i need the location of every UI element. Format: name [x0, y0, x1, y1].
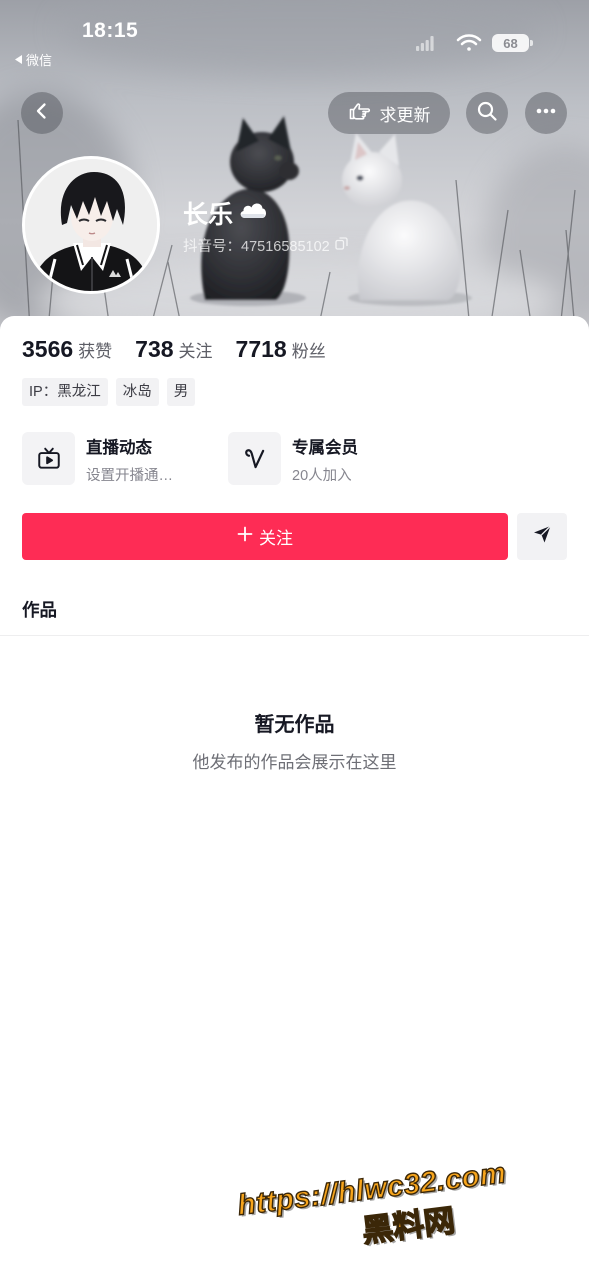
empty-state-subtitle: 他发布的作品会展示在这里	[192, 753, 397, 772]
stats-row: 3566 获赞 738 关注 7718 粉丝	[22, 336, 326, 364]
profile-header: 18:15 微信 68 求更新 长乐 抖音号：47516585102	[0, 0, 589, 340]
feature-exclusive-membership[interactable]: 专属会员 20人加入	[228, 432, 418, 486]
stat-followers[interactable]: 7718 粉丝	[236, 336, 326, 364]
stat-value: 738	[135, 336, 174, 362]
back-app-label: 微信	[26, 53, 53, 68]
douyin-id[interactable]: 抖音号：47516585102	[183, 235, 348, 256]
avatar[interactable]	[22, 156, 160, 294]
more-button[interactable]	[525, 92, 567, 134]
feature-title: 专属会员	[292, 439, 358, 457]
back-button[interactable]	[21, 92, 63, 134]
feature-live-updates[interactable]: 直播动态 设置开播通…	[22, 432, 212, 486]
search-icon	[476, 100, 498, 127]
profile-name-text: 长乐	[183, 201, 234, 229]
live-tv-icon	[22, 432, 75, 485]
follow-button[interactable]: 关注	[22, 513, 508, 560]
paper-plane-icon	[532, 524, 552, 549]
empty-state-title: 暂无作品	[254, 714, 335, 736]
pointing-hand-icon	[348, 99, 372, 128]
stat-label: 获赞	[78, 342, 113, 361]
battery-icon: 68	[492, 34, 529, 52]
copy-icon[interactable]	[335, 237, 348, 254]
search-button[interactable]	[466, 92, 508, 134]
stat-likes[interactable]: 3566 获赞	[22, 336, 112, 364]
status-bar: 18:15 微信 68	[0, 0, 589, 70]
profile-card: 3566 获赞 738 关注 7718 粉丝 IP：黑龙江 冰岛 男 直播动态 …	[0, 316, 589, 1280]
plus-icon	[237, 526, 253, 547]
tag-ip-location: IP：黑龙江	[22, 378, 108, 406]
profile-tags: IP：黑龙江 冰岛 男	[22, 378, 196, 406]
chevron-left-icon	[32, 101, 52, 126]
stat-label: 粉丝	[291, 342, 326, 361]
battery-level: 68	[503, 35, 518, 51]
tag-region: 冰岛	[115, 378, 159, 406]
status-time: 18:15	[82, 19, 139, 42]
request-update-button[interactable]: 求更新	[328, 92, 450, 134]
stat-value: 7718	[235, 336, 287, 362]
share-button[interactable]	[517, 513, 567, 560]
feature-title: 直播动态	[86, 439, 152, 457]
feature-subtitle: 设置开播通…	[86, 468, 173, 484]
follow-label: 关注	[259, 529, 293, 548]
cloud-icon	[237, 199, 269, 228]
tab-divider	[0, 635, 589, 636]
more-dots-icon	[534, 99, 558, 128]
back-triangle-icon	[15, 52, 23, 67]
tab-works[interactable]: 作品	[22, 597, 57, 622]
tag-gender: 男	[166, 378, 196, 406]
back-to-app-link[interactable]: 微信	[15, 50, 52, 69]
request-update-label: 求更新	[379, 105, 431, 125]
stat-following[interactable]: 738 关注	[135, 336, 212, 364]
wifi-icon	[456, 33, 482, 52]
feature-subtitle: 20人加入	[292, 468, 352, 484]
cellular-signal-icon	[416, 36, 434, 51]
profile-name: 长乐	[183, 195, 269, 231]
stat-label: 关注	[178, 342, 213, 361]
stat-value: 3566	[22, 336, 74, 362]
douyin-id-text: 抖音号：47516585102	[183, 239, 330, 255]
battery-tip	[530, 40, 533, 46]
member-v-icon	[228, 432, 281, 485]
